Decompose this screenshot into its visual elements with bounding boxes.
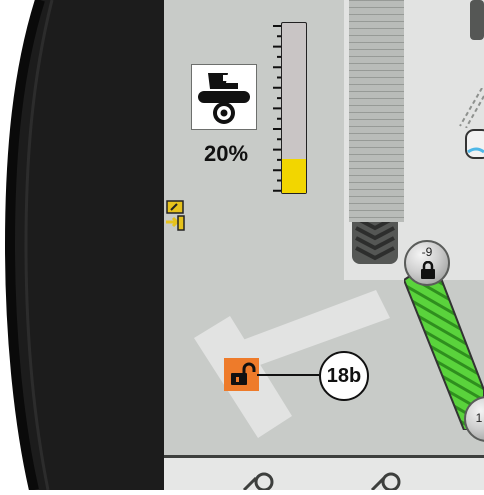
tractor-status-tile[interactable] xyxy=(191,64,257,130)
callout-label: 18b xyxy=(319,351,369,401)
screen-bezel xyxy=(0,0,164,492)
tire-top-right xyxy=(470,0,484,40)
lock-icon xyxy=(421,261,435,279)
unlock-button[interactable] xyxy=(224,358,259,391)
unlock-icon xyxy=(231,362,256,385)
level-bar xyxy=(281,22,307,194)
angle-knob-top[interactable]: -9 xyxy=(404,240,450,286)
display-screen: -9 1 20% 18b xyxy=(164,0,484,490)
knob-top-value: -9 xyxy=(421,245,433,259)
center-lane-lines xyxy=(349,0,404,222)
bezel-frame xyxy=(4,0,164,492)
knob-bottom-value: 1 xyxy=(475,411,483,425)
partial-dashed-marker xyxy=(459,88,484,128)
swap-indicator-icon xyxy=(166,200,185,231)
level-bar-fill xyxy=(282,159,306,193)
callout-leader-line xyxy=(257,374,319,376)
tractor-level-percent: 20% xyxy=(203,141,249,166)
partial-indicator-icon xyxy=(465,129,484,159)
tractor-rear-icon xyxy=(198,73,250,124)
